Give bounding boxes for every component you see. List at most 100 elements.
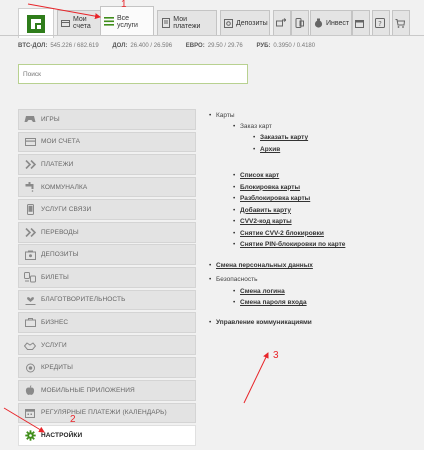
tab-my-accounts[interactable]: Мои счета: [57, 10, 104, 36]
card-link-item: Список карт: [230, 172, 416, 179]
rate-value: 29.50 / 29.76: [207, 43, 243, 49]
menu-item-business[interactable]: БИЗНЕС: [18, 312, 196, 333]
tab-calendar[interactable]: [352, 10, 370, 36]
menu-item-label: УСЛУГИ СВЯЗИ: [41, 206, 92, 214]
rate-value: 545.226 / 682.619: [50, 43, 99, 49]
menu-item-games[interactable]: ИГРЫ: [18, 109, 196, 130]
add-card-link[interactable]: Добавить карту: [240, 207, 291, 214]
manage-communications-link[interactable]: Управление коммуникациями: [216, 319, 312, 326]
list-icon: [104, 17, 114, 27]
phone-icon: [294, 18, 304, 28]
tab-transfers[interactable]: [273, 10, 291, 36]
tab-my-payments[interactable]: Мои платежи: [157, 10, 217, 36]
card-links-list: Список карт Блокировка карты Разблокиров…: [230, 172, 416, 248]
menu-item-label: МОБИЛЬНЫЕ ПРИЛОЖЕНИЯ: [41, 386, 135, 394]
menu-item-services[interactable]: УСЛУГИ: [18, 334, 196, 356]
menu-item-label: КРЕДИТЫ: [41, 364, 73, 372]
tab-deposits[interactable]: Депозиты: [220, 10, 270, 36]
cvv2-unblock-link[interactable]: Снятие CVV-2 блокировки: [240, 230, 324, 237]
menu-item-mobile-apps[interactable]: МОБИЛЬНЫЕ ПРИЛОЖЕНИЯ: [18, 379, 196, 401]
menu-item-label: БИЗНЕС: [41, 319, 69, 327]
search-input[interactable]: [18, 64, 248, 84]
security-link-item: Смена логина: [230, 288, 416, 295]
menu-item-label: НАСТРОЙКИ: [41, 431, 83, 439]
annotation-number-2: 2: [70, 414, 76, 425]
card-link-item: Добавить карту: [230, 207, 416, 214]
help-icon: ?: [374, 18, 385, 28]
tab-invest[interactable]: Инвест: [310, 10, 352, 36]
menu-item-label: РЕГУЛЯРНЫЕ ПЛАТЕЖИ (КАЛЕНДАРЬ): [41, 409, 167, 417]
hands-icon: [19, 336, 41, 355]
tab-label: Все услуги: [117, 14, 138, 29]
block-card-link[interactable]: Блокировка карты: [240, 184, 300, 191]
tab-cart[interactable]: [392, 10, 410, 36]
safe-icon: [224, 18, 233, 28]
menu-item-label: БЛАГОТВОРИТЕЛЬНОСТЬ: [41, 296, 126, 304]
unblock-card-link[interactable]: Разблокировка карты: [240, 195, 310, 202]
menu-item-my-accounts[interactable]: МОИ СЧЕТА: [18, 131, 196, 153]
tab-label: Мои платежи: [173, 16, 201, 30]
menu-item-utilities[interactable]: КОММУНАЛКА: [18, 176, 196, 198]
change-password-link[interactable]: Смена пароля входа: [240, 299, 307, 306]
cvv2-code-link[interactable]: CVV2-код карты: [240, 218, 292, 225]
faucet-icon: [19, 178, 41, 197]
card-link-item: Снятие PIN-блокировки по карте: [230, 241, 416, 248]
tab-mobile[interactable]: [291, 10, 309, 36]
rate-value: 26.400 / 26.596: [130, 43, 173, 49]
privatbank-logo-icon: [27, 14, 45, 33]
archive-link[interactable]: Архив: [260, 146, 280, 153]
bank-logo[interactable]: [18, 8, 54, 38]
card-link-item: CVV2-код карты: [230, 218, 416, 225]
pin-unblock-link[interactable]: Снятие PIN-блокировки по карте: [240, 241, 345, 248]
menu-item-label: МОИ СЧЕТА: [41, 138, 81, 146]
section-title: Безопасность: [216, 276, 258, 283]
top-navigation: Мои счета Все услуги Мои платежи Депозит…: [0, 0, 424, 38]
menu-item-label: УСЛУГИ: [41, 341, 67, 349]
menu-item-label: БИЛЕТЫ: [41, 273, 69, 281]
tab-help[interactable]: ?: [372, 10, 390, 36]
annotation-arrow-3: [243, 352, 269, 404]
card-icon: [19, 133, 41, 152]
card-link-item: Снятие CVV-2 блокировки: [230, 230, 416, 237]
menu-item-regular-payments[interactable]: РЕГУЛЯРНЫЕ ПЛАТЕЖИ (КАЛЕНДАРЬ): [18, 402, 196, 424]
change-login-link[interactable]: Смена логина: [240, 288, 285, 295]
card-link-item: Разблокировка карты: [230, 195, 416, 202]
moneybag-icon: [314, 18, 323, 28]
card-link-item: Блокировка карты: [230, 184, 416, 191]
gamepad-icon: [19, 110, 41, 129]
card-icon: [61, 18, 70, 28]
section-title: Заказ карт: [240, 123, 272, 130]
briefcase-icon: [19, 313, 41, 332]
menu-item-settings[interactable]: НАСТРОЙКИ: [18, 425, 196, 446]
menu-item-credits[interactable]: КРЕДИТЫ: [18, 357, 196, 379]
tab-all-services[interactable]: Все услуги: [100, 6, 154, 36]
security-links-list: Смена логина Смена пароля входа: [230, 288, 416, 307]
rate-name: ЕВРО:: [185, 43, 205, 49]
annotation-number-3: 3: [273, 350, 279, 361]
menu-item-label: ДЕПОЗИТЫ: [41, 251, 79, 259]
services-menu: ИГРЫ МОИ СЧЕТА ПЛАТЕЖИ КОММУНАЛКА УСЛУГИ…: [18, 109, 196, 448]
security-link-item: Смена пароля входа: [230, 299, 416, 306]
transfer-icon: [275, 18, 286, 28]
card-list-link[interactable]: Список карт: [240, 172, 279, 179]
order-card-item: Заказать карту: [250, 134, 416, 141]
heart-hands-icon: [19, 291, 41, 310]
tab-label: Депозиты: [236, 19, 268, 27]
menu-item-charity[interactable]: БЛАГОТВОРИТЕЛЬНОСТЬ: [18, 289, 196, 311]
menu-item-label: ПЛАТЕЖИ: [41, 161, 74, 168]
menu-item-transfers[interactable]: ПЕРЕВОДЫ: [18, 221, 196, 243]
archive-item: Архив: [250, 146, 416, 153]
cart-icon: [395, 18, 405, 28]
tab-underline: [0, 35, 424, 36]
menu-item-tickets[interactable]: БИЛЕТЫ: [18, 267, 196, 288]
menu-item-telecom[interactable]: УСЛУГИ СВЯЗИ: [18, 199, 196, 220]
section-title: Карты: [216, 112, 235, 119]
rate-name: ДОЛ:: [112, 43, 128, 49]
menu-item-deposits[interactable]: ДЕПОЗИТЫ: [18, 244, 196, 266]
calendar-icon: [19, 404, 41, 423]
menu-item-payments[interactable]: ПЛАТЕЖИ: [18, 154, 196, 175]
tab-label: Инвест: [326, 19, 350, 27]
change-personal-data-link[interactable]: Смена персональных данных: [216, 262, 313, 269]
order-card-link[interactable]: Заказать карту: [260, 134, 308, 141]
double-chevron-icon: [19, 155, 41, 174]
